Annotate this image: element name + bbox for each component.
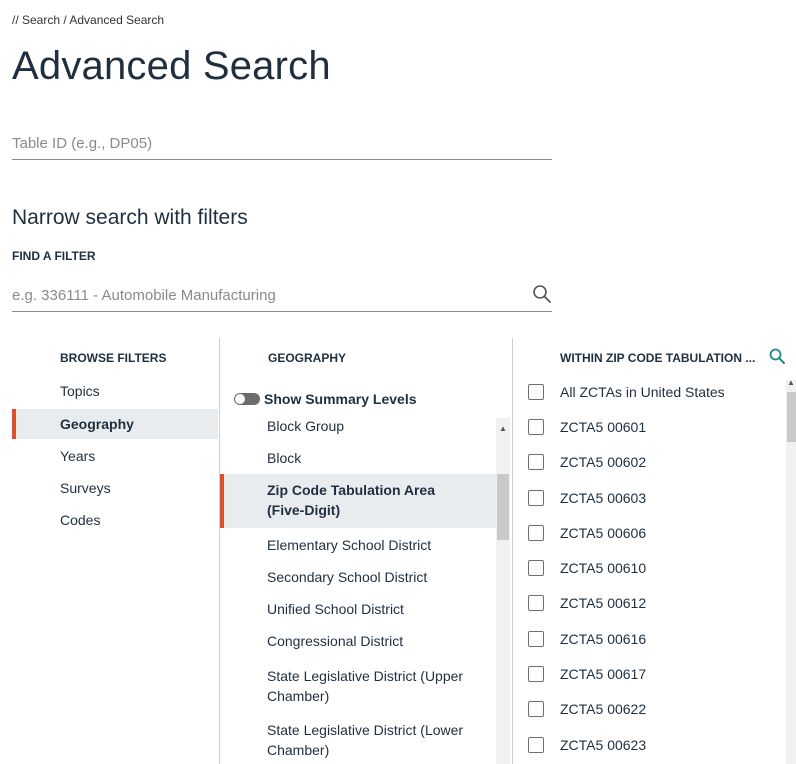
checkbox[interactable] [528,666,544,682]
zcta-label: ZCTA5 00603 [560,490,647,506]
chevron-up-icon[interactable]: ▲ [499,424,507,433]
checkbox[interactable] [528,701,544,717]
browse-item-label: Codes [60,512,101,528]
geo-item-zcta[interactable]: Zip Code Tabulation Area (Five-Digit) [220,474,496,528]
geo-item-congressional-district[interactable]: Congressional District [220,629,496,655]
browse-item-topics[interactable]: Topics [12,376,218,406]
chevron-up-icon[interactable]: ▲ [787,378,795,387]
browse-item-label: Surveys [60,480,111,496]
zcta-option[interactable]: ZCTA5 00601 [528,417,778,439]
browse-item-years[interactable]: Years [12,441,218,471]
geo-item-label: Zip Code Tabulation Area (Five-Digit) [267,482,436,518]
within-zcta-header: WITHIN ZIP CODE TABULATION ... [560,351,756,365]
geo-item-unified-school-district[interactable]: Unified School District [220,597,496,623]
geo-item-block[interactable]: Block [220,446,496,472]
geo-item-label: Congressional District [267,633,404,649]
within-scrollbar-thumb[interactable] [787,392,796,442]
find-filter-label: FIND A FILTER [12,249,96,263]
page-title: Advanced Search [12,44,331,88]
geo-item-label: Block [267,450,302,466]
zcta-label: ZCTA5 00601 [560,419,647,435]
toggle-label: Show Summary Levels [264,391,417,407]
zcta-label: All ZCTAs in United States [560,384,725,400]
zcta-option[interactable]: ZCTA5 00612 [528,593,778,615]
geo-item-state-legislative-upper[interactable]: State Legislative District (Upper Chambe… [220,664,496,708]
geography-header: GEOGRAPHY [268,351,347,365]
zcta-label: ZCTA5 00610 [560,560,647,576]
geo-item-label: Block Group [267,418,345,434]
zcta-option[interactable]: ZCTA5 00602 [528,452,778,474]
zcta-label: ZCTA5 00623 [560,737,647,753]
geo-item-label: Elementary School District [267,537,432,553]
column-divider [512,338,513,764]
checkbox[interactable] [528,737,544,753]
browse-item-label: Geography [60,416,134,432]
geo-item-state-legislative-lower[interactable]: State Legislative District (Lower Chambe… [220,718,496,762]
zcta-option[interactable]: ZCTA5 00622 [528,699,778,721]
zcta-option[interactable]: ZCTA5 00617 [528,664,778,686]
zcta-option[interactable]: ZCTA5 00623 [528,735,778,757]
zcta-option[interactable]: ZCTA5 00606 [528,523,778,545]
checkbox[interactable] [528,595,544,611]
browse-item-label: Topics [60,383,100,399]
checkbox[interactable] [528,384,544,400]
checkbox[interactable] [528,419,544,435]
filter-search-input[interactable] [12,283,552,312]
zcta-option-all[interactable]: All ZCTAs in United States [528,382,778,404]
browse-item-geography[interactable]: Geography [12,409,218,439]
zcta-label: ZCTA5 00612 [560,595,647,611]
geo-item-label: State Legislative District (Lower Chambe… [267,722,464,758]
section-title: Narrow search with filters [12,206,248,229]
browse-item-surveys[interactable]: Surveys [12,473,218,503]
checkbox[interactable] [528,490,544,506]
search-icon[interactable] [531,283,553,305]
zcta-option[interactable]: ZCTA5 00616 [528,629,778,651]
geography-scrollbar-thumb[interactable] [497,474,509,540]
geo-item-label: Secondary School District [267,569,428,585]
table-id-input[interactable] [12,131,552,160]
geo-item-secondary-school-district[interactable]: Secondary School District [220,565,496,591]
checkbox[interactable] [528,560,544,576]
checkbox[interactable] [528,525,544,541]
geo-item-block-group[interactable]: Block Group [220,414,496,440]
breadcrumb[interactable]: // Search / Advanced Search [12,13,164,27]
within-search-icon[interactable] [768,347,786,365]
geography-scrollbar[interactable] [496,418,510,764]
checkbox[interactable] [528,631,544,647]
geo-item-label: Unified School District [267,601,404,617]
show-summary-levels-toggle[interactable]: Show Summary Levels [234,388,494,408]
zcta-label: ZCTA5 00616 [560,631,647,647]
browse-item-codes[interactable]: Codes [12,505,218,535]
zcta-option[interactable]: ZCTA5 00610 [528,558,778,580]
browse-item-label: Years [60,448,96,464]
geo-item-label: State Legislative District (Upper Chambe… [267,668,464,704]
browse-filters-header: BROWSE FILTERS [60,351,167,365]
checkbox[interactable] [528,454,544,470]
zcta-label: ZCTA5 00602 [560,454,647,470]
zcta-label: ZCTA5 00617 [560,666,647,682]
zcta-option[interactable]: ZCTA5 00603 [528,488,778,510]
toggle-knob [235,394,245,404]
geo-item-elementary-school-district[interactable]: Elementary School District [220,533,496,559]
zcta-label: ZCTA5 00622 [560,701,647,717]
zcta-label: ZCTA5 00606 [560,525,647,541]
